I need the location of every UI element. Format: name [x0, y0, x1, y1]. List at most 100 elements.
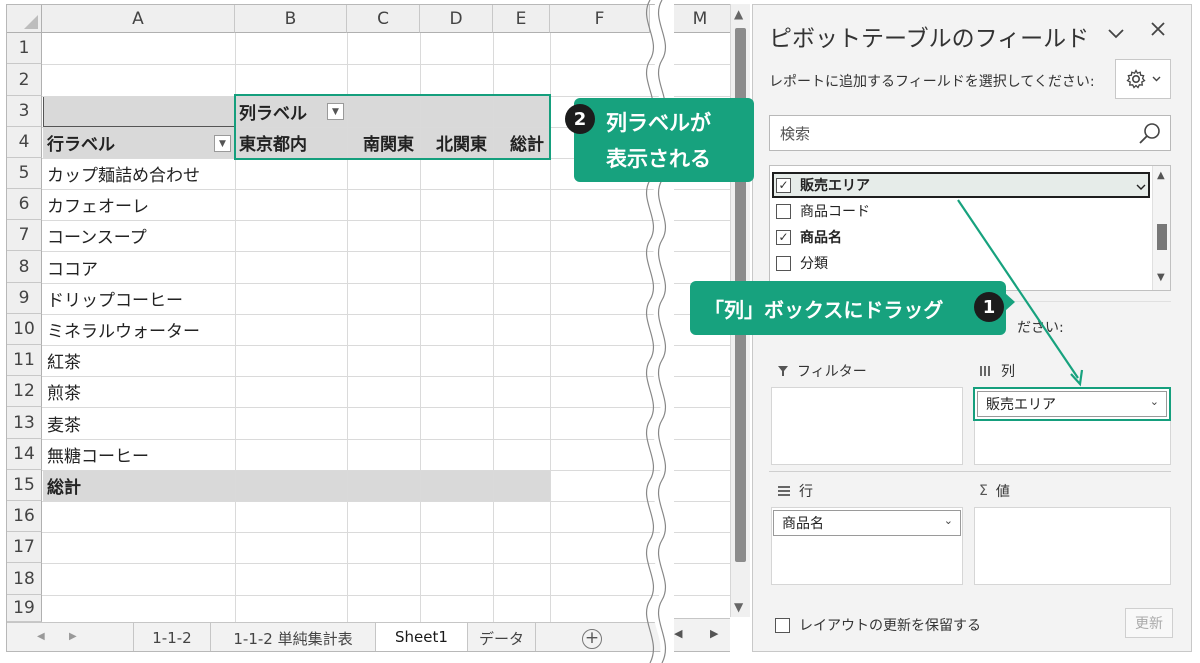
pivot-row-item: カフェオーレ — [47, 197, 149, 217]
grid-line — [42, 470, 665, 471]
row-header[interactable]: 15 — [7, 470, 42, 501]
row-header[interactable]: 14 — [7, 439, 42, 470]
pane-instruction: レポートに追加するフィールドを選択してください: — [769, 74, 1095, 90]
scroll-left-icon[interactable]: ◀ — [674, 627, 682, 640]
row-header[interactable]: 10 — [7, 314, 42, 345]
grid-line — [670, 595, 730, 596]
checkbox-checked-icon[interactable]: ✓ — [776, 229, 791, 245]
tab-1-1-2-simple-summary[interactable]: 1-1-2 単純集計表 — [211, 623, 376, 651]
horizontal-scrollbar[interactable]: ◀ ▶ — [670, 618, 730, 651]
scroll-right-icon[interactable]: ▶ — [710, 627, 718, 640]
callout-step-1: 「列」ボックスにドラッグ — [690, 281, 1015, 335]
row-header[interactable]: 7 — [7, 220, 42, 251]
grid-line — [670, 251, 730, 252]
scroll-up-icon[interactable]: ▲ — [1157, 170, 1165, 181]
field-item-sales-area[interactable]: ✓ 販売エリア — [776, 173, 870, 197]
values-drop-area[interactable] — [974, 507, 1171, 585]
row-header[interactable]: 2 — [7, 64, 42, 96]
scroll-down-icon[interactable]: ▼ — [734, 600, 743, 614]
rows-field-label: 商品名 — [782, 516, 824, 532]
row-header[interactable]: 11 — [7, 345, 42, 376]
pivot-row-item: ミネラルウォーター — [47, 322, 200, 342]
callout-step-2-line2: 表示される — [606, 147, 711, 171]
checkbox-unchecked-icon[interactable] — [776, 255, 791, 271]
columns-field-highlight — [973, 387, 1171, 421]
callout-step-1-text: 「列」ボックスにドラッグ — [704, 298, 944, 322]
column-header-c[interactable]: C — [347, 5, 420, 33]
grand-total-row-fill — [43, 470, 550, 501]
pivot-row-item: 麦茶 — [47, 416, 81, 436]
checkbox-unchecked-icon[interactable] — [775, 617, 790, 633]
tab-scroll-right-icon[interactable]: ▶ — [69, 631, 77, 642]
grid-line — [670, 376, 730, 377]
defer-layout-update[interactable]: レイアウトの更新を保留する — [775, 615, 981, 635]
grid-line — [42, 376, 665, 377]
row-header[interactable]: 9 — [7, 283, 42, 314]
row-header[interactable]: 13 — [7, 407, 42, 439]
divider — [769, 471, 1171, 472]
field-list-scroll-thumb[interactable] — [1157, 224, 1167, 250]
column-header-e[interactable]: E — [493, 5, 550, 33]
field-item-product-code[interactable]: 商品コード — [776, 199, 870, 223]
grid-line — [670, 96, 730, 97]
row-header[interactable]: 12 — [7, 376, 42, 407]
add-sheet-icon[interactable]: + — [582, 629, 602, 649]
checkbox-checked-icon[interactable]: ✓ — [776, 177, 791, 193]
field-dropdown-chevron-icon[interactable] — [1136, 176, 1146, 195]
row-header[interactable]: 5 — [7, 158, 42, 189]
row-header[interactable]: 6 — [7, 189, 42, 220]
scroll-down-icon[interactable]: ▼ — [1157, 272, 1165, 283]
tools-button[interactable] — [1115, 59, 1171, 99]
column-header-b[interactable]: B — [235, 5, 347, 33]
step-1-badge: 1 — [974, 292, 1004, 322]
grid-line — [670, 439, 730, 440]
grid-line — [670, 563, 730, 564]
field-item-category[interactable]: 分類 — [776, 251, 828, 275]
columns-area-label: 列 — [979, 361, 1015, 381]
chevron-down-icon — [1152, 76, 1160, 82]
row-header[interactable]: 3 — [7, 96, 42, 127]
rows-field-pill[interactable]: 商品名 ⌄ — [773, 510, 961, 536]
column-header-d[interactable]: D — [420, 5, 493, 33]
field-search-input[interactable]: 検索 — [769, 115, 1171, 151]
grid-line — [42, 595, 665, 596]
row-header[interactable]: 1 — [7, 33, 42, 64]
chevron-down-icon[interactable]: ⌄ — [944, 514, 953, 527]
spreadsheet: A B C D E F 1 2 3 4 5 6 7 8 9 10 11 12 1… — [6, 4, 666, 652]
row-header[interactable]: 17 — [7, 532, 42, 563]
column-header-m[interactable]: M — [670, 5, 730, 33]
grid-line — [670, 345, 730, 346]
rows-icon — [778, 486, 790, 496]
scroll-up-icon[interactable]: ▲ — [734, 7, 743, 21]
active-cell-a3[interactable] — [43, 96, 235, 127]
grid-line — [670, 470, 730, 471]
row-header[interactable]: 4 — [7, 127, 42, 158]
row-labels-filter-dropdown[interactable]: ▼ — [214, 135, 231, 152]
field-label: 販売エリア — [800, 178, 870, 194]
tab-data[interactable]: データ — [468, 623, 536, 651]
row-header[interactable]: 18 — [7, 563, 42, 595]
row-header[interactable]: 16 — [7, 501, 42, 532]
pivot-row-item: コーンスープ — [47, 228, 147, 248]
grid-line — [670, 532, 730, 533]
field-list-scrollbar[interactable]: ▲ ▼ — [1152, 166, 1170, 290]
pivot-row-item: 煎茶 — [47, 384, 81, 404]
row-header[interactable]: 8 — [7, 251, 42, 283]
checkbox-unchecked-icon[interactable] — [776, 203, 791, 219]
update-button[interactable]: 更新 — [1125, 608, 1173, 638]
pane-options-chevron-icon[interactable] — [1107, 21, 1125, 45]
callout-pointer — [1005, 293, 1015, 311]
select-all-corner[interactable] — [7, 5, 42, 33]
pivot-grand-total-label: 総計 — [47, 478, 81, 498]
column-header-a[interactable]: A — [42, 5, 235, 33]
tab-scroll-left-icon[interactable]: ◀ — [37, 631, 45, 642]
tab-sheet1[interactable]: Sheet1 — [376, 623, 468, 651]
field-item-product-name[interactable]: ✓ 商品名 — [776, 225, 842, 249]
grid-line — [42, 501, 665, 502]
tab-1-1-2[interactable]: 1-1-2 — [133, 623, 211, 651]
grid-line — [42, 407, 665, 408]
filter-drop-area[interactable] — [771, 387, 963, 465]
row-header[interactable]: 19 — [7, 595, 42, 622]
close-icon[interactable] — [1149, 19, 1167, 43]
column-header-f[interactable]: F — [550, 5, 650, 33]
